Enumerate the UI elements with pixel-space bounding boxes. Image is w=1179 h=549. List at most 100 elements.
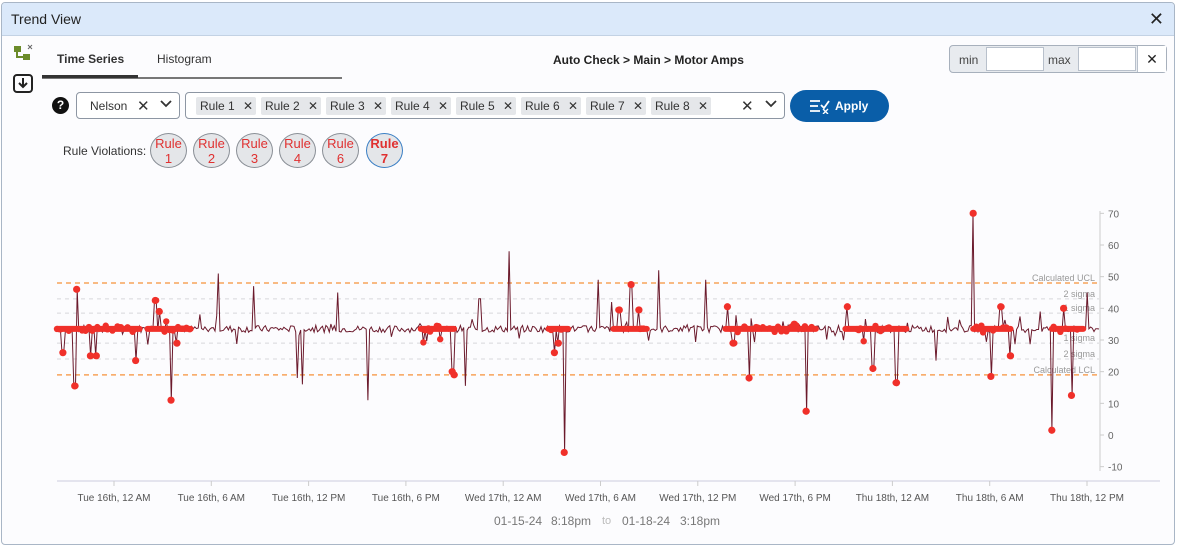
clear-ruleset-icon[interactable]: ✕ [137,97,150,115]
violation-point [1062,325,1069,332]
min-input[interactable] [986,47,1044,71]
violation-point [759,324,767,331]
download-icon[interactable] [12,73,34,95]
violation-point [987,372,995,381]
rule-violation-3[interactable]: Rule 3 [236,133,273,168]
y-tick-label: 20 [1108,368,1120,379]
rule-violation-4[interactable]: Rule 4 [279,133,316,168]
violation-point [790,320,798,328]
x-tick-label: Wed 17th, 12 PM [659,493,736,503]
rule-chip: Rule 2 ✕ [261,97,321,115]
violation-point [117,323,125,331]
rule-violation-2[interactable]: Rule 2 [193,133,230,168]
rule-chip: Rule 3 ✕ [326,97,386,115]
rule-violation-6[interactable]: Rule 6 [322,133,359,168]
remove-rule-icon[interactable]: ✕ [698,97,708,115]
violation-point [71,382,79,390]
violation-point [729,339,737,347]
violation-point [59,349,67,357]
limit-label: 2 sigma [1063,349,1095,359]
tab-histogram[interactable]: Histogram [142,52,227,66]
rule-violation-7[interactable]: Rule 7 [366,133,403,168]
rule-chip: Rule 6 ✕ [521,97,581,115]
violation-point [186,326,193,333]
y-tick-label: 50 [1108,273,1120,284]
y-tick-label: 60 [1108,241,1120,252]
violation-point [1048,426,1056,434]
violation-point [557,326,565,333]
apply-button[interactable]: Apply [790,90,889,122]
violation-point [857,325,864,332]
rule-chip-label: Rule 5 [460,99,495,113]
violation-point [550,349,559,357]
rule-chip: Rule 5 ✕ [456,97,516,115]
remove-rule-icon[interactable]: ✕ [633,97,643,115]
remove-rule-icon[interactable]: ✕ [243,97,253,115]
help-icon[interactable]: ? [52,97,69,114]
violation-point [73,285,81,293]
x-tick-label: Tue 16th, 6 AM [178,493,245,503]
series-line [56,213,1100,453]
x-tick-label: Tue 16th, 6 PM [372,493,440,503]
x-tick-label: Wed 17th, 6 PM [759,493,831,503]
y-tick-label: 30 [1108,336,1120,347]
rule-chip: Rule 7 ✕ [586,97,646,115]
violation-point [734,328,741,336]
violation-point [131,326,138,333]
violation-point [802,407,810,415]
max-input[interactable] [1078,47,1136,71]
violation-point [877,327,884,335]
min-label: min [959,53,979,67]
x-tick-label: Thu 18th, 12 AM [856,493,929,503]
violation-point [969,209,977,217]
violation-point [801,323,809,330]
violation-point [436,336,444,343]
ruleset-select[interactable]: Nelson ✕ [76,92,180,119]
x-tick-label: Thu 18th, 6 AM [956,493,1024,503]
violation-point [560,448,568,457]
remove-rule-icon[interactable]: ✕ [438,97,448,115]
view-tabs: Time Series Histogram [42,47,342,79]
window-title: Trend View [11,11,82,27]
rule-chip-label: Rule 2 [265,99,300,113]
chevron-down-icon[interactable] [159,96,173,115]
rule-violation-1[interactable]: Rule 1 [150,133,187,168]
max-label: max [1048,53,1071,67]
rule-chip: Rule 8 ✕ [651,97,711,115]
rules-multiselect[interactable]: Rule 1 ✕ Rule 2 ✕ Rule 3 ✕ Rule 4 ✕ Rule 5 ✕ … [185,92,785,119]
tab-time-series[interactable]: Time Series [42,52,139,66]
violation-point [554,339,562,347]
trend-chart-svg: 70 60 50 40 30 20 10 0 -10 Tue 16th, 12 AM Tue 16t… [53,209,1160,504]
remove-rule-icon[interactable]: ✕ [568,97,578,115]
y-tick-label: 40 [1108,304,1120,315]
close-icon[interactable]: ✕ [1149,9,1164,30]
remove-rule-icon[interactable]: ✕ [503,97,513,115]
violation-point [155,307,163,316]
clear-rules-icon[interactable]: ✕ [741,97,754,115]
hierarchy-icon[interactable] [12,43,34,65]
apply-label: Apply [835,99,869,113]
violation-point [627,280,635,289]
violation-point [892,379,901,387]
y-tick-label: 0 [1108,431,1114,442]
chevron-down-icon[interactable] [764,96,778,115]
remove-rule-icon[interactable]: ✕ [373,97,383,115]
violation-point [745,374,753,382]
violation-point [978,322,985,329]
apply-check-icon [810,100,830,114]
rule-chip-label: Rule 6 [525,99,560,113]
violation-point [547,326,555,334]
limit-label: 1 sigma [1063,303,1095,313]
clear-minmax-icon[interactable]: ✕ [1137,46,1166,72]
x-tick-label: Tue 16th, 12 PM [272,493,346,503]
violation-point [640,325,647,332]
violation-point [1067,391,1076,400]
violation-point [92,352,100,360]
trend-chart: 70 60 50 40 30 20 10 0 -10 Tue 16th, 12 AM Tue 16t… [2,203,1174,504]
remove-rule-icon[interactable]: ✕ [308,97,318,115]
violation-point [1073,326,1081,333]
violation-point [151,296,159,305]
rule-chip: Rule 1 ✕ [196,97,256,115]
violation-point [124,324,131,331]
x-tick-label: Wed 17th, 12 AM [465,493,542,503]
